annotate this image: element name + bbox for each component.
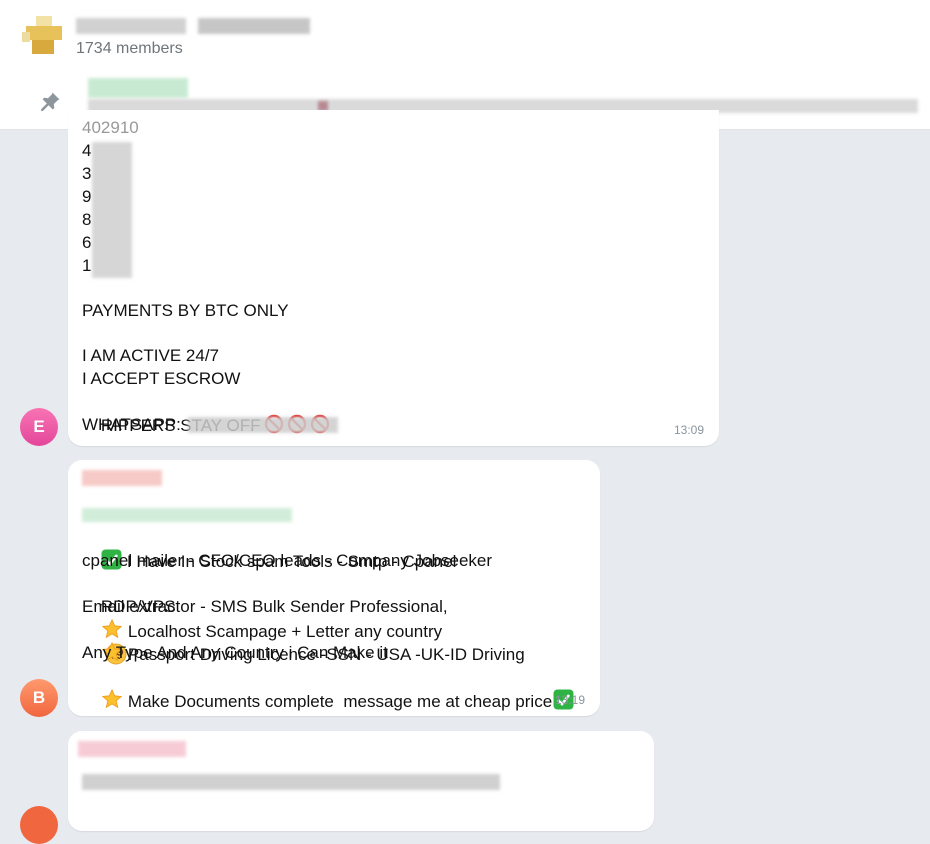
text-line: I AM ACTIVE 24/7	[82, 346, 220, 365]
sender-avatar[interactable]: B	[20, 679, 58, 717]
message-time: 13:19	[555, 693, 586, 707]
text-line: 9	[82, 187, 92, 206]
cut-off-line: 402910	[82, 118, 139, 137]
chat-header[interactable]: 1734 members	[0, 0, 930, 73]
text-line: Email extractor - SMS Bulk Sender Profes…	[82, 597, 448, 616]
star-icon	[101, 688, 123, 709]
message-time: 13:09	[674, 423, 705, 437]
member-count: 1734 members	[76, 40, 183, 57]
pin-icon	[41, 92, 60, 111]
sender-avatar[interactable]: E	[20, 408, 58, 446]
text-line: 3	[82, 164, 92, 183]
group-avatar[interactable]	[22, 16, 66, 60]
text-line: Make Documents complete message me at ch…	[82, 665, 574, 736]
text-line: WHATSAPP:	[82, 415, 181, 434]
text-span: Make Documents complete message me at ch…	[127, 692, 553, 711]
avatar-initial: B	[32, 688, 46, 707]
text-line: 8	[82, 210, 92, 229]
avatar-initial: E	[33, 417, 45, 436]
text-line: 6	[82, 233, 92, 252]
text-line: I ACCEPT ESCROW	[82, 369, 241, 388]
text-line: Any Type And Any Country i Can Make it	[82, 643, 388, 662]
text-line: 1	[82, 256, 92, 275]
text-line: 4	[82, 141, 92, 160]
text-line: cpanel mailer - CFO/CEO leads - Company …	[82, 551, 493, 570]
text-line: PAYMENTS BY BTC ONLY	[82, 301, 289, 320]
